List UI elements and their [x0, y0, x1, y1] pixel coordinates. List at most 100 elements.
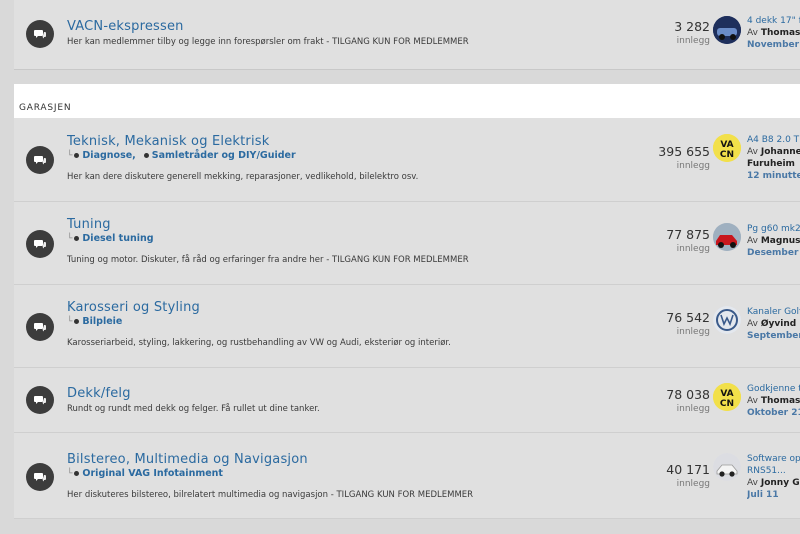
- latest-post-author: Av Thomas: [747, 28, 800, 38]
- latest-post-author: Av Thomas: [747, 396, 800, 406]
- subforum-link-bilpleie[interactable]: Bilpleie: [82, 316, 122, 327]
- subforum-tree-icon: └: [67, 317, 73, 327]
- latest-post-title-link[interactable]: Pg g60 mk2: [747, 224, 800, 236]
- post-count-label: innlegg: [676, 479, 710, 489]
- user-avatar[interactable]: VA CN: [713, 134, 741, 162]
- user-avatar[interactable]: [713, 16, 741, 44]
- subforum-tree-icon: └: [67, 469, 73, 479]
- svg-text:VA: VA: [720, 389, 733, 399]
- category-header: GARASJEN: [14, 84, 800, 118]
- latest-post-title-link-continued[interactable]: RNS51...: [747, 466, 800, 478]
- latest-post: Godkjenne t Av Thomas Oktober 21: [747, 384, 800, 420]
- subforum-dot-icon: [74, 235, 80, 241]
- latest-post-date[interactable]: Juli 11: [747, 490, 800, 502]
- svg-text:CN: CN: [720, 399, 734, 409]
- subforum-link-diesel-tuning[interactable]: Diesel tuning: [82, 233, 153, 244]
- subforum-tree-icon: └: [67, 151, 73, 161]
- subforum-link-original-vag-infotainment[interactable]: Original VAG Infotainment: [82, 468, 223, 479]
- chat-bubble-icon: [26, 386, 54, 414]
- user-avatar[interactable]: [713, 453, 741, 481]
- latest-post-author-line2: Furuheim: [747, 159, 800, 171]
- user-avatar[interactable]: VA CN: [713, 383, 741, 411]
- forum-title-link[interactable]: Dekk/felg: [67, 386, 131, 401]
- post-count-label: innlegg: [676, 36, 710, 46]
- forum-title-link[interactable]: Teknisk, Mekanisk og Elektrisk: [67, 134, 270, 149]
- category-title[interactable]: GARASJEN: [19, 103, 71, 113]
- chat-bubble-icon: [26, 230, 54, 258]
- forum-row-tuning: Tuning └ Diesel tuning Tuning og motor. D…: [14, 202, 800, 285]
- post-count-label: innlegg: [676, 244, 710, 254]
- chat-bubble-icon: [26, 313, 54, 341]
- author-link[interactable]: Øyvind N: [761, 319, 800, 329]
- latest-post-author: Av Øyvind N: [747, 319, 800, 331]
- post-count: 77 875: [666, 227, 710, 242]
- forum-description: Karosseriarbeid, styling, lakkering, og …: [67, 338, 451, 348]
- author-link[interactable]: Thomas: [761, 28, 800, 38]
- latest-post-author: Av Jonny Gr: [747, 478, 800, 490]
- author-link-continued[interactable]: Furuheim: [747, 159, 795, 169]
- subforum-link-diagnose[interactable]: Diagnose,: [82, 150, 135, 161]
- latest-post-title-link[interactable]: Software op: [747, 454, 800, 466]
- post-count-label: innlegg: [676, 161, 710, 171]
- subforum-dot-icon: [74, 152, 80, 158]
- forum-description: Her diskuteres bilstereo, bilrelatert mu…: [67, 490, 474, 500]
- latest-post: A4 B8 2.0 T Av Johanne Furuheim 12 minut…: [747, 135, 800, 183]
- forum-row-vacn-ekspressen: VACN-ekspressen Her kan medlemmer tilby …: [14, 0, 800, 70]
- latest-post: Pg g60 mk2 Av Magnus Desember 6: [747, 224, 800, 260]
- subforum-dot-icon: [143, 152, 149, 158]
- subforum-list: └ Diagnose, Samletråder og DIY/Guider: [67, 150, 304, 161]
- latest-post: Software op RNS51... Av Jonny Gr Juli 11: [747, 454, 800, 502]
- post-count: 3 282: [674, 19, 710, 34]
- latest-post-date[interactable]: November 4: [747, 40, 800, 52]
- user-avatar[interactable]: [713, 223, 741, 251]
- forum-description: Her kan medlemmer tilby og legge inn for…: [67, 37, 469, 47]
- latest-post-title-link[interactable]: A4 B8 2.0 T: [747, 135, 800, 147]
- post-count-label: innlegg: [676, 327, 710, 337]
- forum-description: Tuning og motor. Diskuter, få råd og erf…: [67, 255, 469, 265]
- author-link[interactable]: Thomas: [761, 396, 800, 406]
- forum-row-bilstereo: Bilstereo, Multimedia og Navigasjon └ Ori…: [14, 433, 800, 519]
- forum-row-dekk-felg: Dekk/felg Rundt og rundt med dekk og fel…: [14, 368, 800, 433]
- forum-title-link[interactable]: Karosseri og Styling: [67, 300, 200, 315]
- latest-post-title-link[interactable]: Godkjenne t: [747, 384, 800, 396]
- latest-post-date[interactable]: 12 minutter: [747, 171, 800, 183]
- latest-post: 4 dekk 17" f Av Thomas November 4: [747, 16, 800, 52]
- chat-bubble-icon: [26, 20, 54, 48]
- latest-post-date[interactable]: Desember 6: [747, 248, 800, 260]
- subforum-dot-icon: [74, 470, 80, 476]
- forum-title-link[interactable]: Tuning: [67, 217, 111, 232]
- subforum-tree-icon: └: [67, 234, 73, 244]
- subforum-list: └ Bilpleie: [67, 316, 130, 327]
- forum-page: VACN-ekspressen Her kan medlemmer tilby …: [14, 0, 800, 534]
- forum-row-teknisk: Teknisk, Mekanisk og Elektrisk └ Diagnose…: [14, 118, 800, 202]
- latest-post-title-link[interactable]: Kanaler Golf: [747, 307, 800, 319]
- post-count: 76 542: [666, 310, 710, 325]
- section-gap: [14, 70, 800, 84]
- latest-post-title-link[interactable]: 4 dekk 17" f: [747, 16, 800, 28]
- post-count-label: innlegg: [676, 404, 710, 414]
- forum-title-link[interactable]: Bilstereo, Multimedia og Navigasjon: [67, 452, 308, 467]
- forum-title-link[interactable]: VACN-ekspressen: [67, 19, 184, 34]
- chat-bubble-icon: [26, 463, 54, 491]
- subforum-dot-icon: [74, 318, 80, 324]
- svg-text:VA: VA: [720, 140, 733, 150]
- subforum-list: └ Original VAG Infotainment: [67, 468, 231, 479]
- latest-post-date[interactable]: Oktober 21: [747, 408, 800, 420]
- forum-row-karosseri: Karosseri og Styling └ Bilpleie Karosseri…: [14, 285, 800, 368]
- latest-post: Kanaler Golf Av Øyvind N September: [747, 307, 800, 343]
- latest-post-author: Av Johanne: [747, 147, 800, 157]
- forum-description: Rundt og rundt med dekk og felger. Få ru…: [67, 404, 320, 414]
- user-avatar[interactable]: [713, 306, 741, 334]
- latest-post-author: Av Magnus: [747, 236, 800, 246]
- author-link[interactable]: Johanne: [761, 147, 800, 157]
- subforum-link-samletrader[interactable]: Samletråder og DIY/Guider: [152, 150, 296, 161]
- post-count: 78 038: [666, 387, 710, 402]
- author-link[interactable]: Jonny Gr: [761, 478, 800, 488]
- svg-text:CN: CN: [720, 150, 734, 160]
- forum-description: Her kan dere diskutere generell mekking,…: [67, 172, 419, 182]
- author-link[interactable]: Magnus: [761, 236, 800, 246]
- post-count: 395 655: [658, 144, 710, 159]
- post-count: 40 171: [666, 462, 710, 477]
- latest-post-date[interactable]: September: [747, 331, 800, 343]
- chat-bubble-icon: [26, 146, 54, 174]
